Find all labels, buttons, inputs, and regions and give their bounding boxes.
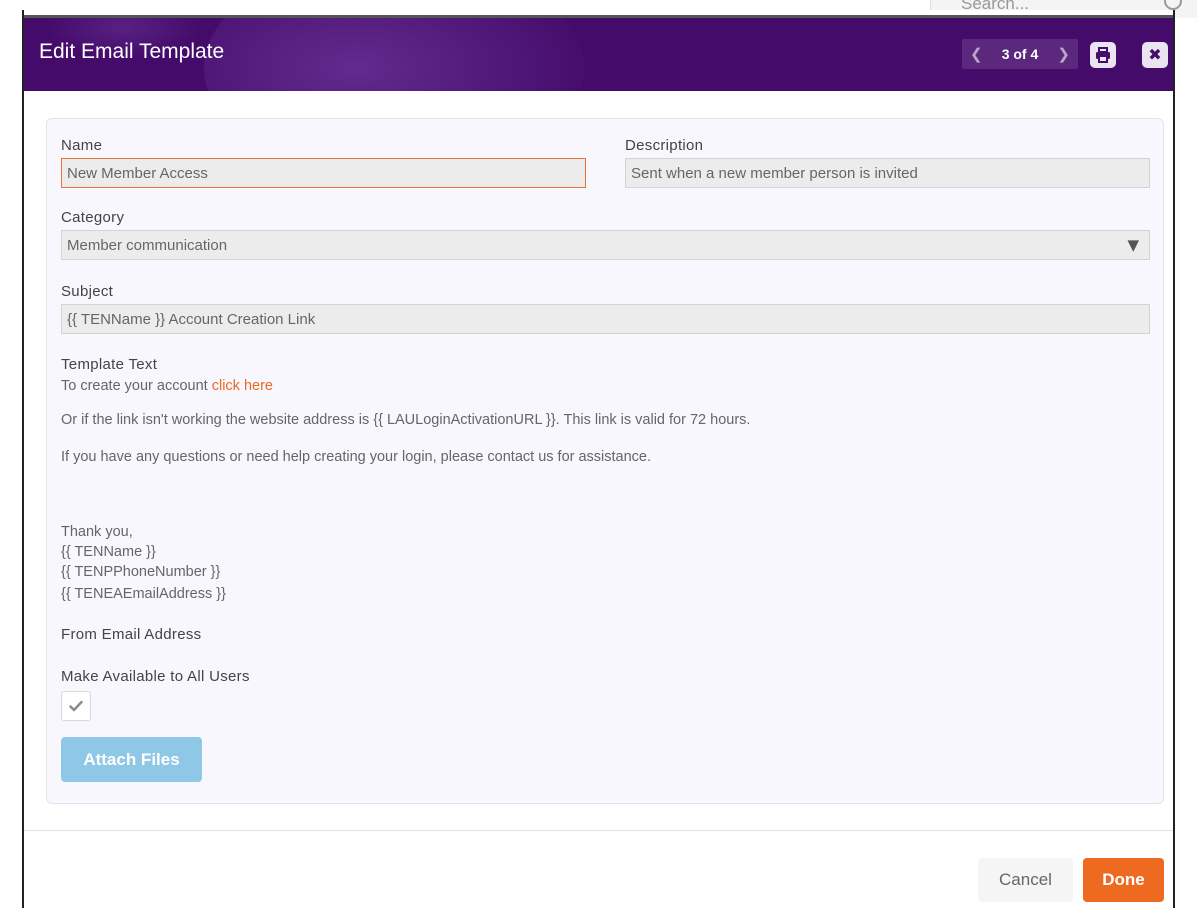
caret-down-icon: ▼	[1127, 236, 1139, 254]
from-email-label: From Email Address	[61, 626, 202, 643]
name-input[interactable]: New Member Access	[61, 158, 586, 188]
done-button[interactable]: Done	[1083, 858, 1164, 902]
template-text-line-1-prefix: To create your account	[61, 378, 212, 394]
dialog-header: Edit Email Template ❮ 3 of 4 ❯ ✖	[24, 15, 1173, 91]
template-text-label: Template Text	[61, 356, 158, 373]
chevron-right-icon[interactable]: ❯	[1057, 45, 1070, 63]
chevron-left-icon[interactable]: ❮	[970, 45, 983, 63]
category-select[interactable]: Member communication ▼	[61, 230, 1150, 260]
close-button[interactable]: ✖	[1142, 42, 1168, 68]
attach-files-button[interactable]: Attach Files	[61, 737, 202, 782]
edit-email-template-dialog: Edit Email Template ❮ 3 of 4 ❯ ✖ Name Ne…	[22, 10, 1175, 908]
template-text-signoff[interactable]: Thank you,	[61, 524, 133, 540]
pager-position: 3 of 4	[1001, 46, 1039, 62]
make-available-label: Make Available to All Users	[61, 668, 250, 685]
close-icon: ✖	[1148, 45, 1162, 64]
template-text-sig-phone[interactable]: {{ TENPPhoneNumber }}	[61, 564, 220, 580]
subject-label: Subject	[61, 283, 114, 300]
footer-divider	[24, 830, 1173, 831]
name-label: Name	[61, 137, 103, 154]
header-globe-decoration	[204, 18, 584, 91]
template-text-sig-name[interactable]: {{ TENName }}	[61, 544, 156, 560]
cancel-button[interactable]: Cancel	[978, 858, 1073, 902]
category-selected-value: Member communication	[67, 237, 228, 254]
record-pager: ❮ 3 of 4 ❯	[962, 39, 1078, 69]
description-input[interactable]: Sent when a new member person is invited	[625, 158, 1150, 188]
template-text-line-3[interactable]: If you have any questions or need help c…	[61, 449, 651, 465]
make-available-checkbox[interactable]	[61, 691, 91, 721]
template-form: Name New Member Access Description Sent …	[46, 118, 1164, 804]
checkmark-icon	[69, 700, 83, 712]
template-text-line-2[interactable]: Or if the link isn't working the website…	[61, 412, 750, 428]
page: Search... Edit Email Template ❮ 3 of 4 ❯	[0, 0, 1197, 908]
template-text-line-1[interactable]: To create your account click here	[61, 378, 273, 394]
subject-input[interactable]: {{ TENName }} Account Creation Link	[61, 304, 1150, 334]
description-label: Description	[625, 137, 704, 154]
print-icon	[1096, 47, 1110, 63]
template-text-sig-email[interactable]: {{ TENEAEmailAddress }}	[61, 586, 226, 602]
category-label: Category	[61, 209, 125, 226]
search-icon	[1164, 0, 1182, 10]
click-here-link[interactable]: click here	[212, 378, 273, 394]
print-button[interactable]	[1090, 42, 1116, 68]
dialog-title: Edit Email Template	[39, 40, 225, 63]
